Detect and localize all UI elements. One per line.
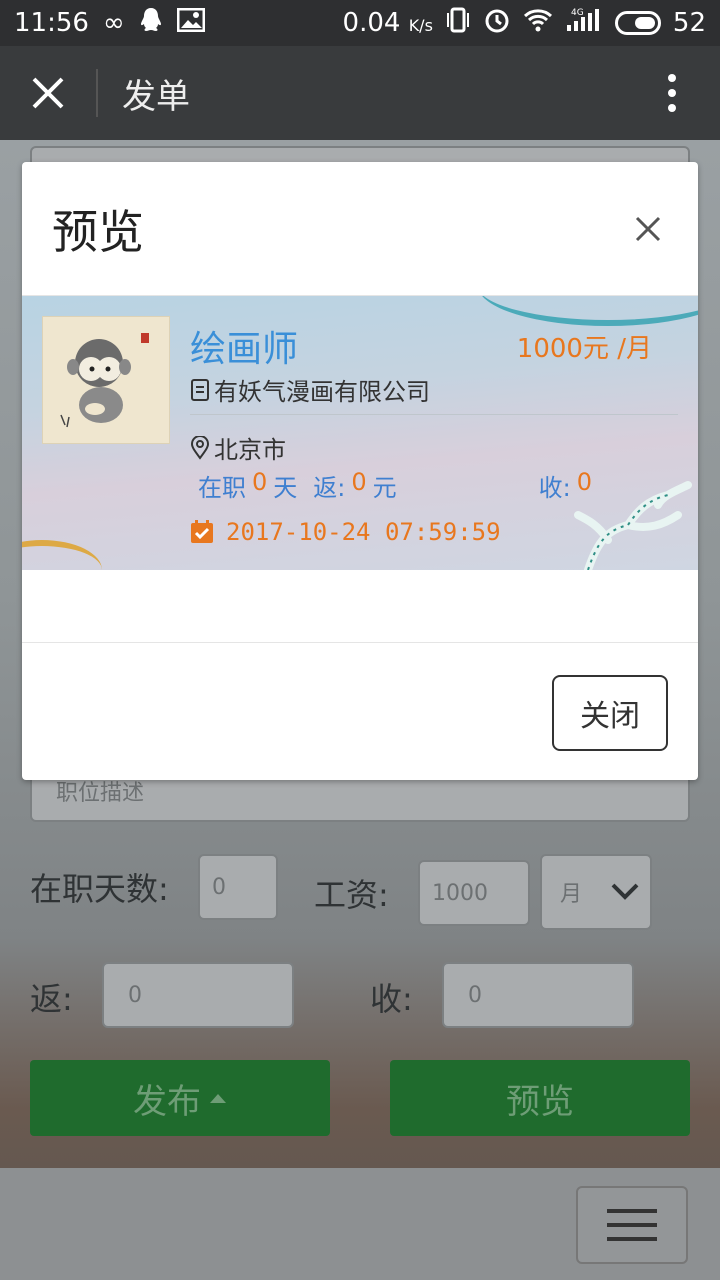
network-speed: 0.04 K/s bbox=[342, 8, 433, 38]
alarm-icon bbox=[483, 6, 511, 41]
more-options-button[interactable] bbox=[624, 46, 720, 140]
days-suffix: 天 bbox=[273, 474, 298, 502]
rebate-label: 返: bbox=[30, 980, 73, 1018]
app-bar: 发单 bbox=[0, 46, 720, 140]
salary-unit-value: 月 bbox=[560, 882, 583, 907]
publish-button[interactable]: 发布 bbox=[30, 1060, 330, 1136]
close-page-button[interactable] bbox=[0, 46, 96, 140]
location-row: 北京市 bbox=[190, 430, 286, 465]
menu-button[interactable] bbox=[576, 1186, 688, 1264]
vibrate-icon bbox=[445, 7, 471, 40]
preview-button-label: 预览 bbox=[506, 1081, 574, 1122]
job-title: 绘画师 bbox=[190, 329, 299, 370]
days-value: 0 bbox=[252, 468, 268, 496]
page-title: 发单 bbox=[122, 76, 190, 117]
datetime-row: 2017-10-24 07:59:59 bbox=[190, 518, 501, 546]
close-button[interactable]: 关闭 bbox=[552, 675, 668, 751]
rebate-suffix: 元 bbox=[372, 474, 397, 502]
wave-decoration bbox=[22, 540, 102, 570]
receive-label: 收: bbox=[370, 980, 413, 1018]
stats-row: 在职 0 天 返: 0 元 收: 0 bbox=[198, 468, 592, 503]
close-icon bbox=[32, 77, 64, 109]
company-row: 有妖气漫画有限公司 bbox=[190, 372, 430, 407]
wifi-icon bbox=[523, 8, 553, 39]
salary-input-value: 1000 bbox=[432, 880, 488, 906]
receive-input-value: 0 bbox=[468, 982, 482, 1008]
status-bar: 11:56 ∞ 0.04 K/s 4G 52 bbox=[0, 0, 720, 46]
menu-line bbox=[607, 1223, 657, 1227]
calendar-check-icon bbox=[191, 520, 213, 543]
job-salary: 1000元 /月 bbox=[516, 334, 652, 364]
document-icon bbox=[191, 378, 209, 401]
menu-line bbox=[607, 1237, 657, 1241]
more-vertical-icon bbox=[668, 74, 676, 112]
image-icon bbox=[176, 7, 206, 39]
wave-decoration bbox=[478, 296, 698, 326]
status-time: 11:56 bbox=[14, 8, 89, 38]
signal-icon: 4G bbox=[565, 7, 603, 40]
company-name: 有妖气漫画有限公司 bbox=[214, 378, 430, 406]
receive-value: 0 bbox=[576, 468, 593, 496]
job-card[interactable]: 绘画师 1000元 /月 有妖气漫画有限公司 北京市 在职 0 天 返: 0 元… bbox=[22, 296, 698, 570]
modal-header: 预览 bbox=[22, 162, 698, 296]
card-divider bbox=[190, 414, 678, 415]
salary-unit-select[interactable]: 月 bbox=[540, 854, 652, 930]
infinity-icon: ∞ bbox=[102, 8, 125, 38]
receive-input[interactable]: 0 bbox=[442, 962, 634, 1028]
days-label: 在职天数: bbox=[30, 870, 169, 908]
modal-title: 预览 bbox=[52, 204, 144, 259]
caret-up-icon bbox=[210, 1094, 226, 1103]
salary-input[interactable]: 1000 bbox=[418, 860, 530, 926]
modal-footer: 关闭 bbox=[22, 642, 698, 780]
days-prefix: 在职 bbox=[198, 474, 246, 502]
post-datetime: 2017-10-24 07:59:59 bbox=[226, 518, 501, 546]
location-pin-icon bbox=[190, 435, 210, 460]
rebate-prefix: 返: bbox=[313, 474, 346, 502]
location-text: 北京市 bbox=[214, 436, 286, 464]
chevron-down-icon bbox=[611, 883, 639, 900]
battery-icon bbox=[614, 11, 661, 35]
qq-icon bbox=[139, 7, 163, 40]
company-avatar bbox=[42, 316, 170, 444]
publish-button-label: 发布 bbox=[133, 1081, 201, 1122]
svg-text:4G: 4G bbox=[571, 8, 584, 18]
preview-modal: 预览 绘画师 1000元 /月 有妖气漫画有限公司 北京市 在职 0 天 返: … bbox=[22, 162, 698, 780]
rebate-value: 0 bbox=[351, 468, 367, 496]
battery-level: 52 bbox=[672, 8, 706, 38]
salary-label: 工资: bbox=[314, 876, 389, 914]
days-input[interactable]: 0 bbox=[198, 854, 278, 920]
menu-line bbox=[607, 1209, 657, 1213]
receive-prefix: 收: bbox=[538, 474, 571, 502]
rebate-input-value: 0 bbox=[128, 982, 142, 1008]
rebate-input[interactable]: 0 bbox=[102, 962, 294, 1028]
app-bar-divider bbox=[96, 69, 98, 117]
preview-button[interactable]: 预览 bbox=[390, 1060, 690, 1136]
days-input-value: 0 bbox=[212, 874, 226, 900]
close-icon bbox=[635, 216, 661, 241]
modal-close-button[interactable] bbox=[628, 209, 668, 249]
